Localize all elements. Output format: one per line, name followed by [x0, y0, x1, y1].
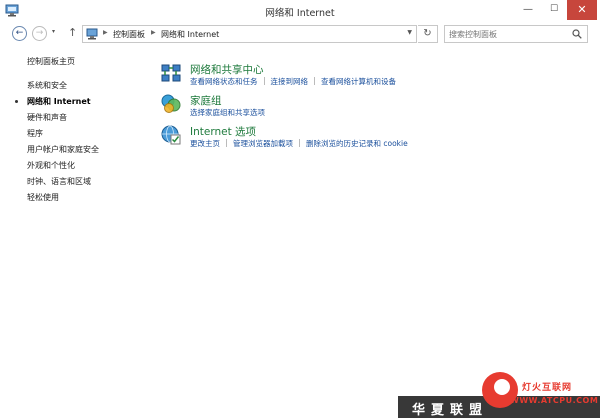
divider	[299, 139, 300, 147]
internet-options-icon[interactable]	[160, 124, 182, 146]
breadcrumb-control-panel[interactable]: 控制面板	[113, 29, 145, 40]
category-title[interactable]: 网络和共享中心	[190, 62, 264, 77]
address-bar[interactable]: ▶ 控制面板 ▶ 网络和 Internet ▼	[82, 25, 417, 43]
category-title[interactable]: 家庭组	[190, 93, 222, 108]
sidebar-item-user-accounts[interactable]: 用户帐户和家庭安全	[27, 144, 99, 155]
search-icon[interactable]	[572, 29, 582, 39]
divider	[226, 139, 227, 147]
sidebar-item-network-internet[interactable]: 网络和 Internet	[27, 96, 91, 107]
search-box[interactable]	[444, 25, 588, 43]
forward-button[interactable]: →	[32, 26, 47, 41]
link-manage-browser-addons[interactable]: 管理浏览器加载项	[233, 139, 293, 148]
navigation-bar: ← → ▾ ↑ ▶ 控制面板 ▶ 网络和 Internet ▼ ↻	[0, 22, 600, 46]
window-title: 网络和 Internet	[265, 8, 335, 19]
link-delete-browsing-history[interactable]: 删除浏览的历史记录和 cookie	[306, 139, 408, 148]
sidebar-item-hardware-sound[interactable]: 硬件和声音	[27, 112, 67, 123]
sidebar-item-appearance[interactable]: 外观和个性化	[27, 160, 75, 171]
link-change-home-page[interactable]: 更改主页	[190, 139, 220, 148]
back-button[interactable]: ←	[12, 26, 27, 41]
breadcrumb-separator-icon[interactable]: ▶	[103, 29, 108, 36]
watermark-logo-dot-icon	[494, 379, 510, 395]
divider	[263, 77, 265, 85]
link-connect-to-network[interactable]: 连接到网络	[271, 77, 309, 86]
sidebar-item-system-security[interactable]: 系统和安全	[27, 80, 67, 91]
sidebar-item-clock-language-region[interactable]: 时钟、语言和区域	[27, 176, 91, 187]
sidebar-item-programs[interactable]: 程序	[27, 128, 43, 139]
link-view-network-computers[interactable]: 查看网络计算机和设备	[321, 77, 396, 86]
sidebar-item-home[interactable]: 控制面板主页	[27, 56, 75, 67]
recent-pages-chevron-icon[interactable]: ▾	[52, 28, 55, 35]
category-links: 选择家庭组和共享选项	[190, 107, 265, 118]
category-title[interactable]: Internet 选项	[190, 124, 256, 139]
homegroup-icon[interactable]	[160, 93, 182, 115]
link-view-network-status[interactable]: 查看网络状态和任务	[190, 77, 258, 86]
watermark-site-url: WWW.ATCPU.COM	[510, 396, 599, 405]
minimize-button[interactable]: —	[515, 0, 541, 20]
close-button[interactable]: ✕	[567, 0, 597, 20]
maximize-button[interactable]: ☐	[541, 0, 567, 20]
watermark-huaxia-text: 华夏联盟	[412, 403, 489, 418]
sidebar: 控制面板主页 系统和安全 网络和 Internet 硬件和声音 程序 用户帐户和…	[0, 46, 150, 376]
link-homegroup-sharing-options[interactable]: 选择家庭组和共享选项	[190, 108, 265, 117]
watermark-site-name: 灯火互联网	[522, 383, 573, 393]
breadcrumb-separator-icon[interactable]: ▶	[151, 29, 156, 36]
title-bar: 网络和 Internet — ☐ ✕	[0, 0, 600, 22]
network-sharing-center-icon[interactable]	[160, 62, 182, 84]
address-dropdown-icon[interactable]: ▼	[407, 29, 412, 36]
category-links: 查看网络状态和任务 连接到网络 查看网络计算机和设备	[190, 76, 396, 87]
divider	[314, 77, 315, 85]
breadcrumb-network-internet[interactable]: 网络和 Internet	[161, 29, 219, 40]
control-panel-icon	[86, 28, 98, 40]
refresh-button[interactable]: ↻	[418, 25, 438, 43]
sidebar-item-ease-of-access[interactable]: 轻松使用	[27, 192, 59, 203]
search-input[interactable]	[449, 27, 567, 41]
active-bullet-icon	[15, 100, 18, 103]
category-links: 更改主页 管理浏览器加载项 删除浏览的历史记录和 cookie	[190, 138, 408, 149]
up-button[interactable]: ↑	[68, 26, 77, 39]
